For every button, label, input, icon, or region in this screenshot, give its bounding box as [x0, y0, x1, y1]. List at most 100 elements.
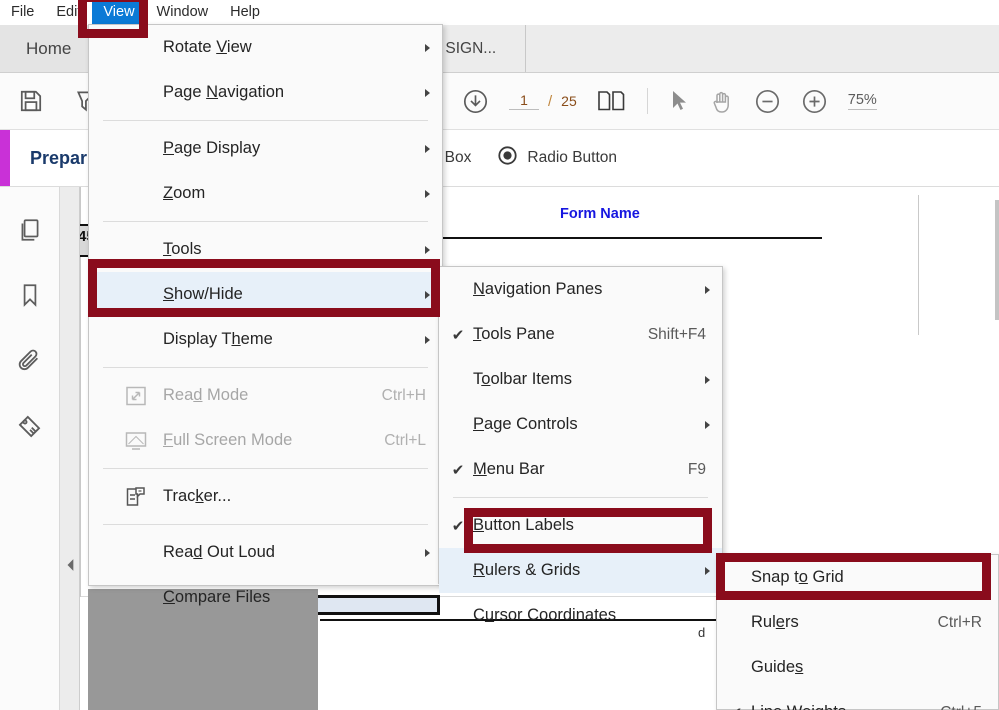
- menu-item-label: Navigation Panes: [473, 280, 603, 298]
- menu-separator: [103, 468, 428, 469]
- submenu-arrow-icon: [425, 548, 430, 557]
- application-menubar: File Edit View Window Help: [0, 0, 999, 25]
- menu-item-read-mode: Read Mode Ctrl+H: [89, 373, 442, 418]
- menu-item-shortcut: F9: [687, 460, 706, 478]
- menu-item-label: Line Weights: [751, 703, 940, 710]
- zoom-in-icon[interactable]: [801, 88, 828, 115]
- menu-separator: [103, 120, 428, 121]
- menu-item-show-hide[interactable]: Show/Hide: [89, 272, 442, 317]
- menu-item-label: Page Navigation: [163, 83, 285, 101]
- menu-item-label: Rulers & Grids: [473, 561, 581, 579]
- download-circle-icon[interactable]: [462, 88, 489, 115]
- menu-item-shortcut: Shift+F4: [647, 325, 706, 343]
- menu-item-display-theme[interactable]: Display Theme: [89, 317, 442, 362]
- hand-tool-icon[interactable]: [710, 89, 734, 114]
- submenu-arrow-icon: [425, 335, 430, 344]
- submenu-arrow-icon: [425, 290, 430, 299]
- menu-item-snap-to-grid[interactable]: Snap to Grid: [717, 555, 998, 600]
- tracker-icon: [113, 485, 159, 509]
- menu-item-page-navigation[interactable]: Page Navigation: [89, 70, 442, 115]
- menu-separator: [103, 221, 428, 222]
- full-screen-icon: [113, 429, 159, 453]
- menu-item-tools-pane[interactable]: ✔ Tools Pane Shift+F4: [439, 312, 722, 357]
- vertical-scrollbar-thumb[interactable]: [995, 200, 999, 320]
- tabstrip-filler: [526, 25, 999, 72]
- menubar-item-edit[interactable]: Edit: [45, 0, 92, 24]
- menu-item-label: Button Labels: [473, 516, 574, 534]
- toolbar-right-group: 1 / 25 75%: [440, 88, 999, 115]
- menu-item-page-controls[interactable]: Page Controls: [439, 402, 722, 447]
- selection-arrow-icon[interactable]: [668, 89, 690, 113]
- menu-item-shortcut: Ctrl+H: [381, 386, 426, 404]
- menu-item-label: Toolbar Items: [473, 370, 573, 388]
- menu-item-rotate-view[interactable]: Rotate View: [89, 25, 442, 70]
- menu-item-tools[interactable]: Tools: [89, 227, 442, 272]
- menu-item-label: Tracker...: [163, 487, 232, 505]
- menu-item-button-labels[interactable]: ✔ Button Labels: [439, 503, 722, 548]
- submenu-arrow-icon: [425, 144, 430, 153]
- submenu-arrow-icon: [705, 566, 710, 575]
- rulers-grids-submenu-panel[interactable]: Snap to Grid Rulers Ctrl+R Guides ✔Line Weig…: [716, 554, 999, 710]
- attachments-icon[interactable]: [16, 347, 43, 379]
- menu-item-label: Snap to Grid: [751, 568, 844, 586]
- menu-item-compare-files[interactable]: Compare Files: [89, 575, 442, 620]
- menubar-item-file[interactable]: File: [0, 0, 45, 24]
- submenu-arrow-icon: [705, 375, 710, 384]
- menu-item-label: Full Screen Mode: [163, 431, 293, 449]
- menubar-item-view[interactable]: View: [92, 0, 146, 24]
- checkmark-icon: ✔: [451, 326, 465, 344]
- submenu-arrow-icon: [425, 88, 430, 97]
- page-navigation: 1 / 25: [509, 92, 577, 110]
- page-separator: /: [548, 92, 553, 110]
- menu-item-line-weights[interactable]: ✔Line WeightsCtrl+5: [717, 690, 998, 710]
- menu-item-rulers-grids[interactable]: Rulers & Grids: [439, 548, 722, 593]
- submenu-arrow-icon: [425, 245, 430, 254]
- tab-home[interactable]: Home: [0, 25, 99, 72]
- menu-separator: [103, 367, 428, 368]
- menu-item-navigation-panes[interactable]: Navigation Panes: [439, 267, 722, 312]
- menu-item-menu-bar[interactable]: ✔ Menu Bar F9: [439, 447, 722, 492]
- collapse-left-arrow-icon[interactable]: [64, 558, 78, 572]
- bookmarks-icon[interactable]: [17, 282, 43, 313]
- menu-item-read-out-loud[interactable]: Read Out Loud: [89, 530, 442, 575]
- radio-button-icon: [497, 145, 518, 171]
- page-number-input[interactable]: 1: [509, 92, 539, 110]
- menu-item-rulers[interactable]: Rulers Ctrl+R: [717, 600, 998, 645]
- submenu-arrow-icon: [425, 43, 430, 52]
- checkmark-icon: ✔: [721, 704, 751, 710]
- menu-item-label: Cursor Coordinates: [473, 606, 617, 624]
- checkmark-icon: ✔: [451, 461, 465, 479]
- menu-item-label: Read Mode: [163, 386, 249, 404]
- prepare-accent-bar: [0, 130, 10, 186]
- menu-item-label: Tools Pane: [473, 325, 555, 343]
- menu-item-label: Display Theme: [163, 330, 273, 348]
- two-page-view-icon[interactable]: [597, 89, 627, 113]
- toolbar-divider: [646, 88, 648, 114]
- menubar-item-help[interactable]: Help: [219, 0, 271, 24]
- menu-item-zoom[interactable]: Zoom: [89, 171, 442, 216]
- menu-item-toolbar-items[interactable]: Toolbar Items: [439, 357, 722, 402]
- show-hide-submenu-panel[interactable]: Navigation Panes ✔ Tools Pane Shift+F4 Toolb…: [438, 266, 723, 624]
- save-floppy-icon[interactable]: [18, 88, 44, 114]
- radio-button-label: Radio Button: [527, 149, 618, 166]
- column-divider: [918, 195, 919, 335]
- zoom-level-input[interactable]: 75%: [847, 92, 877, 110]
- menu-separator: [453, 497, 708, 498]
- tags-icon[interactable]: [16, 413, 43, 445]
- menu-item-label: Page Display: [163, 139, 261, 157]
- menubar-item-window[interactable]: Window: [146, 0, 220, 24]
- radio-button-tool[interactable]: Radio Button: [497, 145, 617, 171]
- menu-item-label: Guides: [751, 658, 804, 676]
- submenu-arrow-icon: [425, 189, 430, 198]
- page-thumbnails-icon[interactable]: [17, 217, 43, 248]
- menu-item-tracker[interactable]: Tracker...: [89, 474, 442, 519]
- checkmark-icon: ✔: [451, 517, 465, 535]
- menu-item-label: Tools: [163, 240, 202, 258]
- menu-item-page-display[interactable]: Page Display: [89, 126, 442, 171]
- navigation-rail: [0, 187, 60, 710]
- menu-item-guides[interactable]: Guides: [717, 645, 998, 690]
- zoom-out-icon[interactable]: [754, 88, 781, 115]
- menu-item-cursor-coordinates[interactable]: Cursor Coordinates: [439, 593, 722, 638]
- view-menu-panel[interactable]: Rotate View Page Navigation Page Display Zo…: [88, 24, 443, 606]
- rail-splitter[interactable]: [60, 187, 80, 710]
